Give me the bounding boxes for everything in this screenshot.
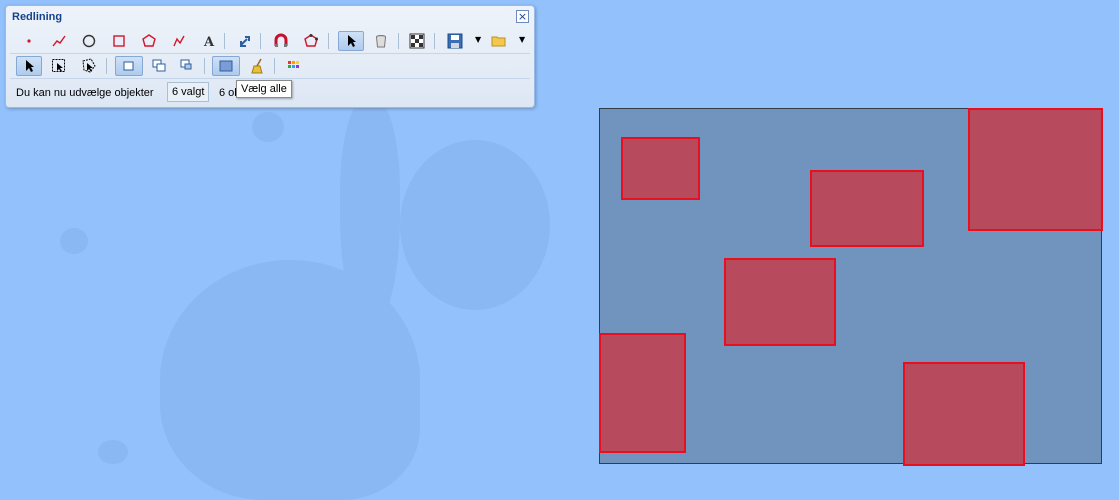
freehand-icon: [173, 35, 185, 47]
svg-text:A: A: [203, 35, 215, 49]
redline-feature[interactable]: [968, 108, 1103, 231]
text-icon: A: [203, 35, 215, 49]
select-icon: [26, 60, 34, 72]
redline-feature[interactable]: [903, 362, 1025, 466]
close-button[interactable]: ×: [516, 10, 529, 23]
add-mode-icon: [152, 59, 166, 72]
move-tool-button[interactable]: [234, 31, 256, 51]
toolbar-separator: [434, 33, 435, 49]
save-button[interactable]: [444, 31, 466, 51]
toolbar-separator: [274, 58, 275, 74]
toolbar-separator: [106, 58, 107, 74]
union-mode-icon: [123, 61, 134, 71]
redline-feature[interactable]: [810, 170, 924, 247]
broom-icon: [251, 58, 263, 74]
delete-button[interactable]: [370, 31, 392, 51]
polygon-tool-button[interactable]: [138, 31, 160, 51]
select-arrow-icon: [348, 35, 356, 47]
status-message: Du kan nu udvælge objekter: [16, 87, 154, 99]
snap-magnet-icon: [274, 33, 288, 47]
box-select-icon: [52, 59, 65, 72]
line-icon: [52, 35, 66, 47]
background-dot: [60, 228, 88, 254]
panel-title: Redlining: [12, 11, 63, 23]
redline-feature[interactable]: [599, 333, 686, 453]
map-frame[interactable]: [599, 108, 1103, 466]
selection-toolbar: [10, 54, 530, 79]
save-icon: [447, 33, 463, 49]
circle-icon: [82, 34, 96, 48]
tooltip: Vælg alle: [236, 80, 292, 98]
toolbar-separator: [328, 33, 329, 49]
open-folder-icon: [491, 36, 506, 47]
lasso-select-button[interactable]: [78, 56, 100, 76]
freehand-tool-button[interactable]: [168, 31, 190, 51]
clear-selection-button[interactable]: [246, 56, 268, 76]
point-icon: [27, 39, 31, 43]
background-shape: [160, 260, 420, 500]
toolbar-separator: [224, 33, 225, 49]
add-selection-mode-button[interactable]: [148, 56, 170, 76]
polygon-icon: [142, 34, 156, 47]
delete-bucket-icon: [376, 35, 386, 48]
open-dropdown-arrow[interactable]: ▼: [519, 35, 525, 44]
new-selection-mode-button[interactable]: [115, 56, 143, 76]
point-tool-button[interactable]: [18, 31, 40, 51]
edit-vertices-button[interactable]: [300, 31, 322, 51]
rectangle-icon: [113, 35, 125, 47]
select-button[interactable]: [338, 31, 364, 51]
save-dropdown-arrow[interactable]: ▼: [475, 35, 481, 44]
toolbar-separator: [398, 33, 399, 49]
pointer-select-button[interactable]: [16, 56, 42, 76]
toolbar-separator: [260, 33, 261, 49]
background-dot: [252, 112, 284, 142]
toolbar-separator: [204, 58, 205, 74]
background-dot: [98, 440, 128, 464]
rectangle-tool-button[interactable]: [108, 31, 130, 51]
box-select-button[interactable]: [48, 56, 70, 76]
background-dot: [328, 270, 354, 292]
selected-count: 6 valgt: [167, 82, 210, 102]
select-all-button[interactable]: [212, 56, 240, 76]
subtract-selection-mode-button[interactable]: [176, 56, 198, 76]
background-shape: [400, 140, 550, 310]
drawing-toolbar: A ▼ ▼: [10, 29, 530, 54]
open-button[interactable]: [488, 31, 510, 51]
select-all-icon: [219, 60, 233, 72]
redline-feature[interactable]: [724, 258, 836, 346]
grid-button[interactable]: [406, 31, 428, 51]
line-tool-button[interactable]: [48, 31, 70, 51]
move-icon: [240, 36, 250, 47]
redline-feature[interactable]: [621, 137, 700, 200]
snap-button[interactable]: [270, 31, 292, 51]
circle-tool-button[interactable]: [78, 31, 100, 51]
style-icon: [288, 61, 299, 68]
grid-icon: [409, 33, 425, 49]
style-button[interactable]: [282, 56, 304, 76]
text-tool-button[interactable]: A: [198, 31, 220, 51]
lasso-select-icon: [82, 58, 96, 73]
edit-polygon-icon: [304, 34, 318, 47]
subtract-mode-icon: [180, 59, 192, 70]
